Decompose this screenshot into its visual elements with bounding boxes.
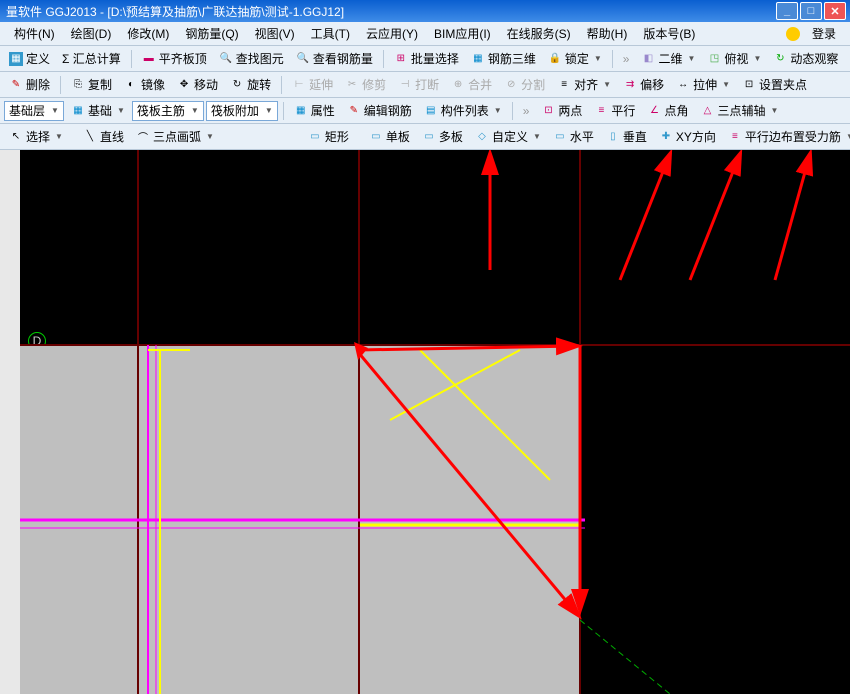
toolbar-4: ↖选择▼ ╲直线 ⌒三点画弧▼ ▭矩形 ▭单板 ▭多板 ◇自定义▼ ▭水平 ▯垂… <box>0 124 850 150</box>
vertical-button[interactable]: ▯垂直 <box>601 125 652 148</box>
point-angle-button[interactable]: ∠点角 <box>642 99 693 122</box>
drawing-canvas[interactable]: D <box>0 150 850 694</box>
offset-button[interactable]: ⇉偏移 <box>618 73 669 96</box>
toolbar-3: 基础层▼ ▦基础▼ 筏板主筋▼ 筏板附加▼ ▦属性 ✎编辑钢筋 ▤构件列表▼ »… <box>0 98 850 124</box>
sum-calc-button[interactable]: Σ 汇总计算 <box>57 47 126 70</box>
rebar-type-select[interactable]: 筏板主筋▼ <box>132 101 204 121</box>
single-slab-button[interactable]: ▭单板 <box>364 125 415 148</box>
rotate-button[interactable]: ↻旋转 <box>225 73 276 96</box>
custom-button[interactable]: ◇自定义▼ <box>470 125 546 148</box>
xy-direction-button[interactable]: ✚XY方向 <box>654 125 721 148</box>
split-button[interactable]: ⊘分割 <box>499 73 550 96</box>
maximize-button[interactable]: □ <box>800 2 822 20</box>
overflow-1[interactable]: » <box>618 49 635 69</box>
category-select[interactable]: ▦基础▼ <box>66 99 130 122</box>
menu-rebar[interactable]: 钢筋量(Q) <box>177 22 246 45</box>
menu-view[interactable]: 视图(V) <box>247 22 303 45</box>
minimize-button[interactable]: _ <box>776 2 798 20</box>
drawing-svg <box>20 150 850 694</box>
rebar-3d-button[interactable]: ▦钢筋三维 <box>466 47 541 70</box>
left-ruler <box>0 150 20 694</box>
toolbar-1: ▦定义 Σ 汇总计算 ▬平齐板顶 🔍查找图元 🔍查看钢筋量 ⊞批量选择 ▦钢筋三… <box>0 46 850 72</box>
menu-version[interactable]: 版本号(B) <box>635 22 703 45</box>
batch-select-button[interactable]: ⊞批量选择 <box>389 47 464 70</box>
horizontal-button[interactable]: ▭水平 <box>548 125 599 148</box>
floor-select[interactable]: 基础层▼ <box>4 101 64 121</box>
menubar: 构件(N) 绘图(D) 修改(M) 钢筋量(Q) 视图(V) 工具(T) 云应用… <box>0 22 850 46</box>
menu-cloud[interactable]: 云应用(Y) <box>358 22 426 45</box>
toolbar-2: ✎删除 ⎘复制 ◐镜像 ✥移动 ↻旋转 ⊢延伸 ✂修剪 ⊣打断 ⊕合并 ⊘分割 … <box>0 72 850 98</box>
rebar-add-select[interactable]: 筏板附加▼ <box>206 101 278 121</box>
menu-tools[interactable]: 工具(T) <box>303 22 358 45</box>
copy-button[interactable]: ⎘复制 <box>66 73 117 96</box>
view-2d-button[interactable]: ◧二维▼ <box>636 47 700 70</box>
align-button[interactable]: ≡对齐▼ <box>552 73 616 96</box>
parallel-edge-rebar-button[interactable]: ≡平行边布置受力筋▼ <box>723 125 850 148</box>
orbit-button[interactable]: ↻动态观察 <box>768 47 843 70</box>
move-button[interactable]: ✥移动 <box>172 73 223 96</box>
align-slab-button[interactable]: ▬平齐板顶 <box>137 47 212 70</box>
login-button[interactable]: 登录 <box>804 22 844 45</box>
delete-button[interactable]: ✎删除 <box>4 73 55 96</box>
menu-modify[interactable]: 修改(M) <box>119 22 177 45</box>
close-button[interactable]: ✕ <box>824 2 846 20</box>
menu-draw[interactable]: 绘图(D) <box>63 22 120 45</box>
stretch-button[interactable]: ↔拉伸▼ <box>671 73 735 96</box>
break-button[interactable]: ⊣打断 <box>393 73 444 96</box>
find-element-button[interactable]: 🔍查找图元 <box>214 47 289 70</box>
select-tool-button[interactable]: ↖选择▼ <box>4 125 68 148</box>
menu-online[interactable]: 在线服务(S) <box>499 22 579 45</box>
line-button[interactable]: ╲直线 <box>78 125 129 148</box>
multi-slab-button[interactable]: ▭多板 <box>417 125 468 148</box>
edit-rebar-button[interactable]: ✎编辑钢筋 <box>342 99 417 122</box>
trim-button[interactable]: ✂修剪 <box>340 73 391 96</box>
property-button[interactable]: ▦属性 <box>289 99 340 122</box>
lock-button[interactable]: 🔒锁定▼ <box>543 47 607 70</box>
rect-button[interactable]: ▭矩形 <box>303 125 354 148</box>
arc-button[interactable]: ⌒三点画弧▼ <box>131 125 219 148</box>
two-point-button[interactable]: ⊡两点 <box>536 99 587 122</box>
component-list-button[interactable]: ▤构件列表▼ <box>419 99 507 122</box>
merge-button[interactable]: ⊕合并 <box>446 73 497 96</box>
user-icon <box>786 27 800 41</box>
define-button[interactable]: ▦定义 <box>4 47 55 70</box>
mirror-button[interactable]: ◐镜像 <box>119 73 170 96</box>
grip-button[interactable]: ⊡设置夹点 <box>737 73 812 96</box>
top-view-button[interactable]: ◳俯视▼ <box>702 47 766 70</box>
menu-bim[interactable]: BIM应用(I) <box>426 22 499 45</box>
parallel-button[interactable]: ≡平行 <box>589 99 640 122</box>
menu-component[interactable]: 构件(N) <box>6 22 63 45</box>
three-point-aux-button[interactable]: △三点辅轴▼ <box>695 99 783 122</box>
extend-button[interactable]: ⊢延伸 <box>287 73 338 96</box>
view-rebar-qty-button[interactable]: 🔍查看钢筋量 <box>291 47 378 70</box>
overflow-3[interactable]: » <box>518 101 535 121</box>
window-title: 量软件 GGJ2013 - [D:\预结算及抽筋\广联达抽筋\测试-1.GGJ1… <box>4 3 776 20</box>
menu-help[interactable]: 帮助(H) <box>579 22 636 45</box>
